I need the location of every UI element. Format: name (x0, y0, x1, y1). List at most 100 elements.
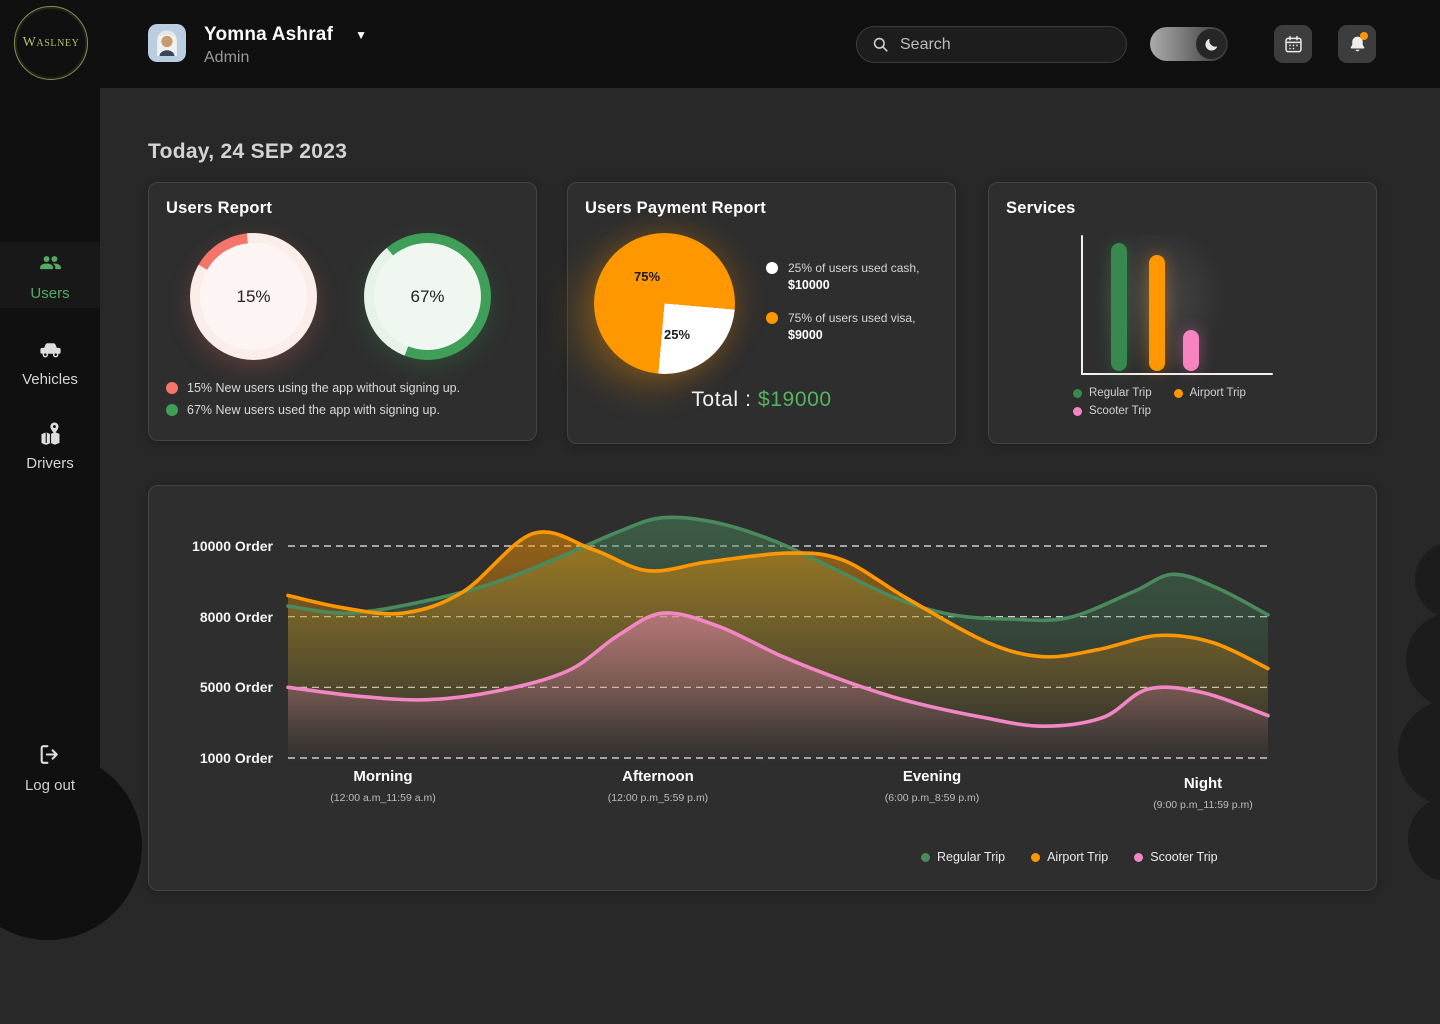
payment-pie-chart: 75% 25% (594, 233, 735, 374)
services-legend: Regular Trip Airport Trip Scooter Trip (1073, 387, 1246, 417)
notifications-button[interactable] (1338, 25, 1376, 63)
orders-line-chart (286, 515, 1270, 764)
orders-chart-card: 10000 Order 8000 Order 5000 Order 1000 O… (148, 485, 1377, 891)
donut-chart-no-signup: 15% (190, 233, 317, 360)
legend-dot (1031, 852, 1041, 862)
x-category-range: (12:00 a.m_11:59 a.m) (330, 792, 436, 804)
x-axis-category: Afternoon (12:00 p.m_5:59 p.m) (548, 768, 768, 804)
legend-item: Regular Trip (1073, 387, 1152, 399)
bar-scooter-trip (1183, 330, 1199, 371)
x-category-label: Evening (902, 768, 962, 785)
sidebar-item-label: Drivers (26, 455, 74, 472)
moon-icon (1203, 36, 1220, 53)
brand-logo: Waslney (14, 6, 88, 80)
search-bar (856, 26, 1127, 63)
legend-text: Scooter Trip (1089, 405, 1151, 417)
avatar (148, 24, 186, 62)
legend-item: Scooter Trip (1134, 850, 1218, 864)
app: Waslney Yomna Ashraf ▼ Admin Search User… (0, 0, 1440, 1024)
theme-toggle[interactable] (1150, 27, 1228, 61)
legend-text: Airport Trip (1189, 387, 1246, 399)
sidebar-item-vehicles[interactable]: Vehicles (0, 336, 100, 388)
x-category-label: Morning (353, 768, 413, 785)
car-icon (37, 336, 64, 363)
brand-name: Waslney (22, 35, 80, 50)
y-axis-tick: 10000 Order (192, 538, 273, 554)
sidebar-item-label: Vehicles (22, 371, 78, 388)
legend-dot (766, 262, 778, 274)
donut-value: 67% (410, 286, 445, 306)
sidebar-item-label: Users (30, 285, 70, 302)
y-axis-tick: 1000 Order (199, 750, 273, 766)
legend-text: Airport Trip (1047, 850, 1109, 864)
services-bar-chart (1069, 235, 1279, 375)
legend-dot (1173, 388, 1183, 398)
legend-text: Regular Trip (937, 850, 1006, 864)
user-menu[interactable]: Yomna Ashraf ▼ Admin (148, 24, 367, 67)
x-axis-line (1081, 373, 1273, 375)
legend-text: 15% New users using the app without sign… (187, 381, 461, 395)
users-icon (37, 250, 64, 277)
payment-total: Total : $19000 (568, 388, 955, 412)
legend-dot (1073, 388, 1082, 398)
orders-chart-legend: Regular Trip Airport Trip Scooter Trip (921, 850, 1218, 864)
pie-slice-label: 25% (664, 327, 691, 342)
legend-dot (1134, 852, 1144, 862)
sidebar-item-users[interactable]: Users (0, 250, 100, 302)
notification-dot (1360, 32, 1368, 40)
users-report-card: Users Report 15% 67% 15% New users using… (148, 182, 537, 441)
users-report-title: Users Report (166, 199, 273, 217)
legend-amount: $10000 (788, 278, 830, 292)
services-card: Services Regular Trip Airport Trip Scoot… (988, 182, 1377, 444)
legend-item: Regular Trip (921, 850, 1005, 864)
y-axis-tick: 8000 Order (199, 609, 273, 625)
legend-dot (166, 404, 178, 416)
sidebar-item-logout[interactable]: Log out (0, 742, 100, 794)
legend-text: Scooter Trip (1150, 850, 1218, 864)
theme-toggle-knob (1196, 29, 1226, 59)
y-axis-tick: 5000 Order (199, 679, 273, 695)
legend-text: 67% New users used the app with signing … (187, 403, 440, 417)
search-input[interactable] (900, 35, 1112, 54)
x-category-label: Afternoon (622, 768, 694, 785)
bar-airport-trip (1149, 255, 1165, 371)
legend-dot (766, 312, 778, 324)
legend-dot (1073, 406, 1082, 416)
x-axis-category: Morning (12:00 a.m_11:59 a.m) (273, 768, 493, 804)
legend-dot (166, 382, 178, 394)
total-label: Total : (691, 388, 752, 411)
legend-item: Scooter Trip (1073, 405, 1152, 417)
donut-chart-signup: 67% (364, 233, 491, 360)
payment-legend: 25% of users used cash, $10000 75% of us… (766, 261, 919, 342)
calendar-button[interactable] (1274, 25, 1312, 63)
logout-icon (37, 742, 64, 769)
users-report-legend: 15% New users using the app without sign… (166, 381, 460, 417)
y-axis-line (1081, 235, 1083, 375)
x-category-range: (12:00 p.m_5:59 p.m) (607, 792, 709, 804)
search-icon (871, 35, 890, 54)
legend-item: Airport Trip (1031, 850, 1108, 864)
header: Waslney Yomna Ashraf ▼ Admin (0, 0, 1440, 88)
legend-text: 75% of users used visa, (788, 311, 916, 325)
services-title: Services (1006, 199, 1076, 217)
x-category-range: (9:00 p.m_11:59 p.m) (1153, 799, 1253, 811)
total-value: $19000 (757, 388, 832, 411)
x-category-range: (6:00 p.m_8:59 p.m) (884, 792, 980, 804)
chevron-down-icon[interactable]: ▼ (355, 29, 367, 41)
x-axis-category: Night (9:00 p.m_11:59 p.m) (1093, 775, 1313, 811)
legend-text: Regular Trip (1089, 387, 1152, 399)
map-pin-icon (37, 420, 64, 447)
x-axis-category: Evening (6:00 p.m_8:59 p.m) (822, 768, 1042, 804)
user-role: Admin (204, 49, 250, 66)
legend-item: Airport Trip (1173, 387, 1246, 399)
user-name: Yomna Ashraf (204, 24, 334, 45)
payment-report-title: Users Payment Report (585, 199, 766, 217)
sidebar-item-drivers[interactable]: Drivers (0, 420, 100, 472)
calendar-icon (1283, 34, 1304, 55)
sidebar: Users Vehicles Drivers Log out (0, 88, 100, 840)
date-heading: Today, 24 SEP 2023 (148, 140, 348, 163)
payment-report-card: Users Payment Report 75% 25% 25% of user… (567, 182, 956, 444)
donut-value: 15% (236, 286, 271, 306)
x-category-label: Night (1183, 775, 1223, 792)
sidebar-item-label: Log out (24, 777, 76, 794)
